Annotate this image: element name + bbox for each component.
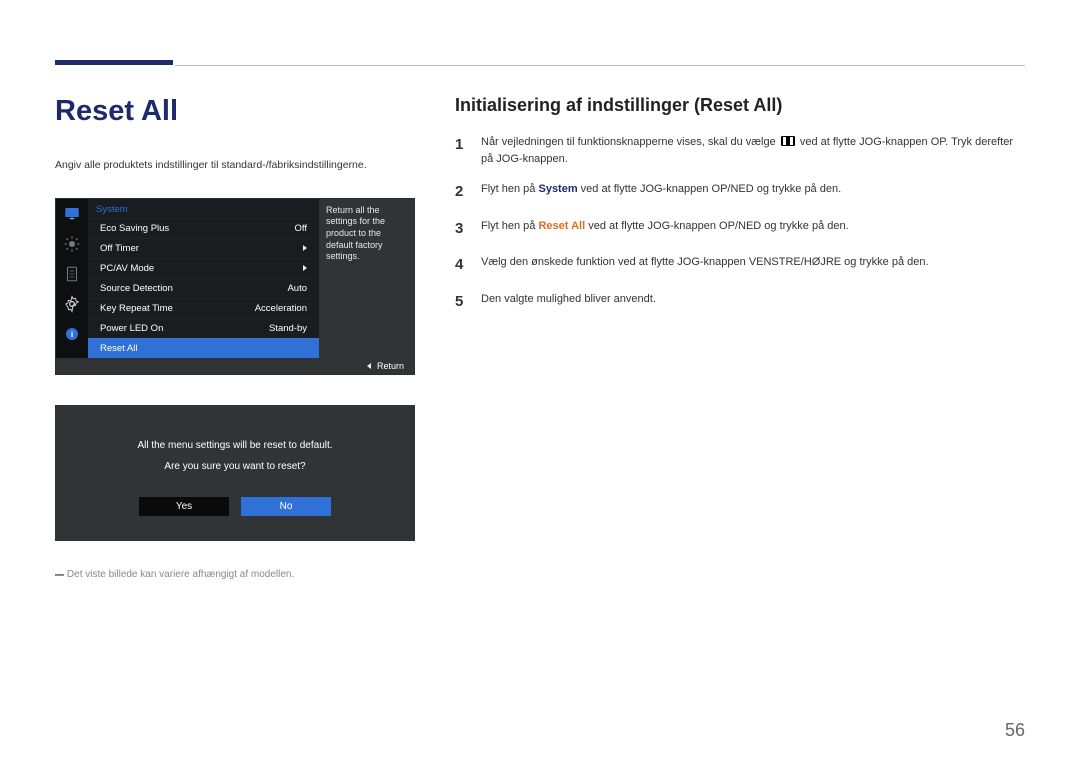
confirm-yes-button[interactable]: Yes [139,497,229,516]
osd-row-label: Reset All [100,343,138,354]
osd-row-value: Stand-by [269,323,307,334]
osd-description: Return all the settings for the product … [319,199,414,358]
osd-row-eco-saving[interactable]: Eco Saving Plus Off [88,218,319,238]
step-highlight-reset-all: Reset All [538,220,585,232]
step-text: Den valgte mulighed bliver anvendt. [481,291,1025,314]
step-text: Når vejledningen til funktionsknapperne … [481,134,1025,167]
step-number: 1 [455,134,469,167]
gear-icon [61,293,83,315]
osd-footer-label: Return [377,361,404,371]
osd-main: System Eco Saving Plus Off Off Timer PC/… [88,199,319,358]
osd-row-label: PC/AV Mode [100,263,154,274]
document-icon [61,263,83,285]
page-number: 56 [1005,720,1025,741]
confirm-line2: Are you sure you want to reset? [55,461,415,472]
osd-row-label: Source Detection [100,283,173,294]
step-number: 5 [455,291,469,314]
footnote-text: Det viste billede kan variere afhængigt … [67,569,294,580]
osd-row-source-detection[interactable]: Source Detection Auto [88,278,319,298]
osd-row-pc-av-mode[interactable]: PC/AV Mode [88,258,319,278]
confirm-no-button[interactable]: No [241,497,331,516]
osd-sidebar: i [56,199,88,358]
osd-row-value: Auto [287,283,307,294]
right-section-title: Initialisering af indstillinger (Reset A… [455,95,1025,116]
monitor-icon [61,203,83,225]
step-text-part: Når vejledningen til funktionsknapperne … [481,136,779,148]
step-number: 4 [455,254,469,277]
chevron-left-icon [367,363,371,369]
dash-icon: – [55,566,64,583]
osd-row-power-led[interactable]: Power LED On Stand-by [88,318,319,338]
osd-row-reset-all[interactable]: Reset All [88,338,319,358]
step-text-part: Flyt hen på [481,220,538,232]
header-divider [175,65,1025,66]
step-4: 4 Vælg den ønskede funktion ved at flytt… [455,254,1025,277]
confirm-dialog: All the menu settings will be reset to d… [55,405,415,541]
osd-row-label: Eco Saving Plus [100,223,169,234]
osd-row-value: Off [295,223,308,234]
section-title: Reset All [55,95,415,128]
intro-text: Angiv alle produktets indstillinger til … [55,158,415,173]
header-accent-bar [55,60,173,65]
step-2: 2 Flyt hen på System ved at flytte JOG-k… [455,181,1025,204]
step-number: 3 [455,218,469,241]
step-number: 2 [455,181,469,204]
chevron-right-icon [303,245,307,251]
step-highlight-system: System [538,183,577,195]
osd-category-header: System [88,199,319,218]
info-icon: i [61,323,83,345]
svg-text:i: i [71,330,73,339]
menu-icon [781,136,795,146]
sun-icon [61,233,83,255]
step-1: 1 Når vejledningen til funktionsknappern… [455,134,1025,167]
osd-row-off-timer[interactable]: Off Timer [88,238,319,258]
osd-row-label: Off Timer [100,243,139,254]
step-3: 3 Flyt hen på Reset All ved at flytte JO… [455,218,1025,241]
step-text: Vælg den ønskede funktion ved at flytte … [481,254,1025,277]
confirm-line1: All the menu settings will be reset to d… [55,440,415,451]
step-text: Flyt hen på System ved at flytte JOG-kna… [481,181,1025,204]
step-text-part: Flyt hen på [481,183,538,195]
osd-row-label: Key Repeat Time [100,303,173,314]
osd-menu-panel: i System Eco Saving Plus Off Off Timer P… [55,198,415,375]
step-text-part: ved at flytte JOG-knappen OP/NED og tryk… [578,183,842,195]
osd-row-value: Acceleration [255,303,307,314]
step-text: Flyt hen på Reset All ved at flytte JOG-… [481,218,1025,241]
step-5: 5 Den valgte mulighed bliver anvendt. [455,291,1025,314]
footnote: –Det viste billede kan variere afhængigt… [55,566,415,584]
osd-row-key-repeat[interactable]: Key Repeat Time Acceleration [88,298,319,318]
osd-footer: Return [56,358,414,374]
osd-row-label: Power LED On [100,323,163,334]
step-text-part: ved at flytte JOG-knappen OP/NED og tryk… [585,220,849,232]
chevron-right-icon [303,265,307,271]
